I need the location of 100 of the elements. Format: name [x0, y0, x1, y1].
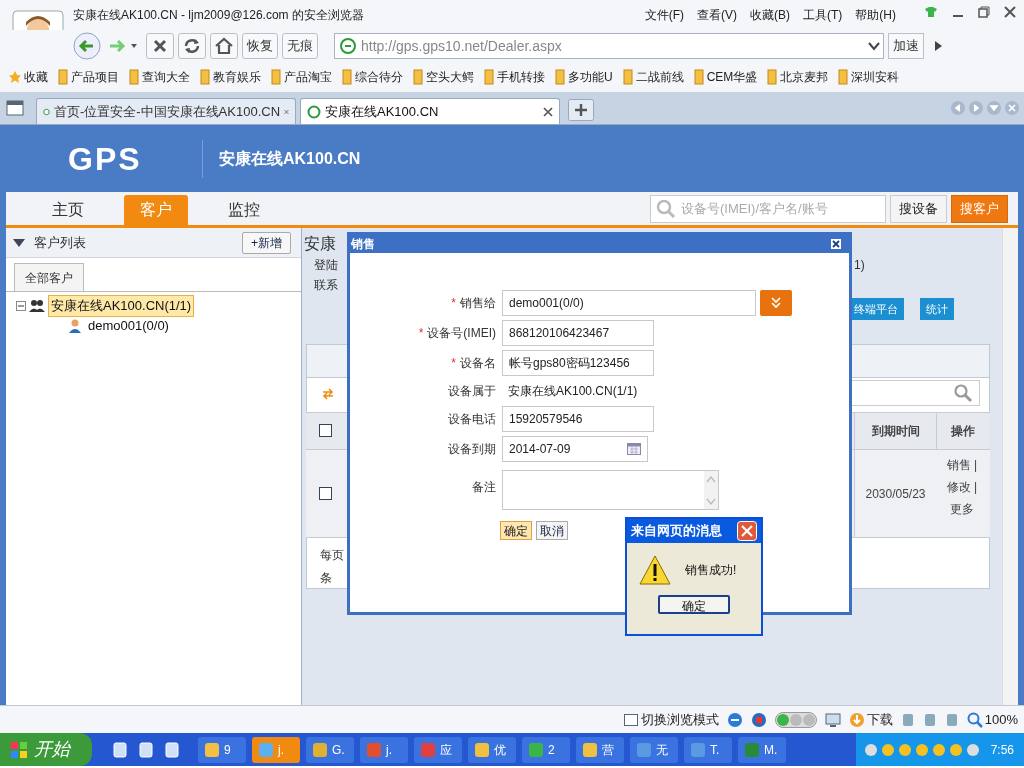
bookmark-link[interactable]: 二战前线 — [635, 68, 684, 86]
start-button[interactable]: 开始 — [0, 733, 92, 766]
shirt-icon[interactable] — [924, 6, 938, 18]
bookmark-link[interactable]: CEM华盛 — [706, 68, 758, 86]
search-icon — [655, 198, 677, 220]
go-icon[interactable] — [932, 39, 944, 53]
menu-item[interactable]: 帮助(H) — [855, 6, 896, 24]
bookmark-link[interactable]: 查询大全 — [142, 68, 190, 86]
address-field[interactable]: http://gps.gps10.net/Dealer.aspx — [361, 35, 865, 57]
dialog-button[interactable]: 确定 — [500, 521, 532, 540]
checkbox[interactable] — [319, 487, 332, 500]
taskbar-button[interactable]: G. — [306, 736, 354, 763]
app-icon — [366, 741, 382, 758]
field-label: * 设备号(IMEI) — [417, 325, 497, 342]
bookmark-link[interactable]: 产品项目 — [71, 68, 119, 86]
download-button[interactable]: 下载 — [866, 709, 893, 730]
textarea-field[interactable] — [502, 470, 719, 510]
scroll-right-icon[interactable] — [968, 100, 984, 116]
close-icon[interactable] — [543, 106, 553, 117]
windows-logo-icon — [10, 740, 28, 759]
taskbar-button[interactable]: 应 — [414, 736, 462, 763]
panel-tab[interactable]: 全部客户 — [14, 263, 84, 291]
users-icon — [29, 298, 45, 314]
mode-button[interactable]: 切换浏览模式 — [640, 709, 719, 730]
dialog-button[interactable]: 取消 — [536, 521, 568, 540]
search-field[interactable]: 设备号(IMEI)/客户名/账号 — [650, 195, 886, 223]
close-icon[interactable] — [1004, 6, 1016, 18]
zoom-button[interactable]: 100% — [984, 709, 1018, 730]
scrollbar-drawing[interactable] — [704, 471, 718, 509]
monitor-icon[interactable] — [824, 711, 841, 728]
bookmark-link[interactable]: 多功能U — [568, 68, 613, 86]
field-label: * 销售给 — [450, 295, 497, 312]
taskbar-button[interactable]: 9 — [198, 736, 246, 763]
restore-icon[interactable] — [978, 6, 990, 18]
ok-button[interactable]: 确定 — [658, 595, 730, 614]
toggle-icon[interactable] — [774, 711, 817, 728]
input-field[interactable]: 868120106423467 — [502, 320, 654, 346]
new-tab-icon[interactable] — [568, 99, 594, 121]
address-bar[interactable]: http://gps.gps10.net/Dealer.aspx — [334, 33, 884, 59]
bookmark-link[interactable]: 教育娱乐 — [213, 68, 261, 86]
toolbar-button[interactable]: 无痕 — [282, 33, 318, 59]
taskbar-button[interactable]: 优 — [468, 736, 516, 763]
add-button[interactable]: +新增 — [242, 231, 291, 254]
taskbar-button[interactable]: j. — [360, 736, 408, 763]
taskbar-button[interactable]: T. — [684, 736, 732, 763]
taskbar-button[interactable]: 营 — [576, 736, 624, 763]
folder-icon — [484, 69, 494, 85]
scrollbar[interactable] — [1002, 228, 1018, 705]
alert-title: 来自网页的消息 — [631, 522, 722, 541]
field-label: 设备电话 — [447, 411, 497, 428]
swap-icon[interactable] — [322, 388, 334, 400]
bookmark-link[interactable]: 综合待分 — [355, 68, 403, 86]
scroll-left-icon[interactable] — [950, 100, 966, 116]
toolbar-button[interactable]: 恢复 — [242, 33, 278, 59]
taskbar-button[interactable]: M. — [738, 736, 786, 763]
bookmark-link[interactable]: 空头大鳄 — [426, 68, 474, 86]
bookmark-link[interactable]: 产品淘宝 — [284, 68, 332, 86]
bookmark-link[interactable]: 深圳安科 — [851, 68, 900, 86]
star-icon — [8, 70, 22, 84]
collapse-icon[interactable] — [12, 237, 26, 248]
search-button[interactable]: 搜设备 — [890, 195, 947, 223]
taskbar-button[interactable]: 无 — [630, 736, 678, 763]
browser-tab[interactable]: 首页-位置安全-中国安康在线AK100.CN — [36, 98, 296, 124]
sidebar-icon[interactable] — [6, 100, 24, 116]
table-cell-text: 销售 | 修改 | 更多 — [945, 457, 979, 518]
bookmark-link[interactable]: 北京麦邦 — [780, 68, 829, 86]
app-icon — [204, 741, 220, 758]
checkbox[interactable] — [319, 424, 332, 437]
dropdown-button[interactable] — [760, 290, 792, 316]
tree-item[interactable]: demo001(0/0) — [86, 316, 171, 336]
bookmark-link[interactable]: 手机转接 — [497, 68, 545, 86]
close-icon[interactable] — [830, 238, 842, 250]
date-field[interactable]: 2014-07-09 — [502, 436, 648, 462]
warning-icon — [639, 555, 671, 585]
calendar-icon[interactable] — [627, 443, 641, 455]
input-field[interactable]: 帐号gps80密码123456 — [502, 350, 654, 376]
alert-message: 销售成功! — [685, 562, 737, 579]
menu-item[interactable]: 工具(T) — [803, 6, 843, 24]
page-icon — [307, 104, 321, 119]
clock: 7:56 — [990, 741, 1014, 759]
menu-item[interactable]: 收藏(B) — [750, 6, 790, 24]
speedup-button[interactable]: 加速 — [888, 33, 924, 59]
tree-item[interactable]: 安康在线AK100.CN(1/1) — [48, 295, 195, 317]
nav-tab[interactable]: 监控 — [212, 195, 276, 225]
folder-icon — [200, 69, 210, 85]
nav-tab[interactable]: 主页 — [36, 195, 100, 225]
select-field[interactable]: demo001(0/0) — [502, 290, 756, 316]
collapse-icon[interactable] — [16, 301, 26, 311]
action-button[interactable]: 统计 — [920, 298, 954, 320]
menu-item[interactable]: 查看(V) — [697, 6, 737, 24]
favorites-button[interactable]: 收藏 — [24, 68, 48, 86]
tab-label: 首页-位置安全-中国安康在线AK100.CN — [53, 102, 281, 121]
back-icon[interactable] — [72, 32, 102, 60]
input-field[interactable]: 15920579546 — [502, 406, 654, 432]
taskbar-button[interactable]: 2 — [522, 736, 570, 763]
tab-menu-icon[interactable] — [986, 100, 1002, 116]
pager-text: 每页 — [320, 547, 344, 564]
search-input[interactable]: 设备号(IMEI)/客户名/账号 — [681, 199, 885, 219]
menu-item[interactable]: 文件(F) — [644, 6, 684, 24]
browser-tab[interactable]: 安康在线AK100.CN — [300, 98, 560, 124]
